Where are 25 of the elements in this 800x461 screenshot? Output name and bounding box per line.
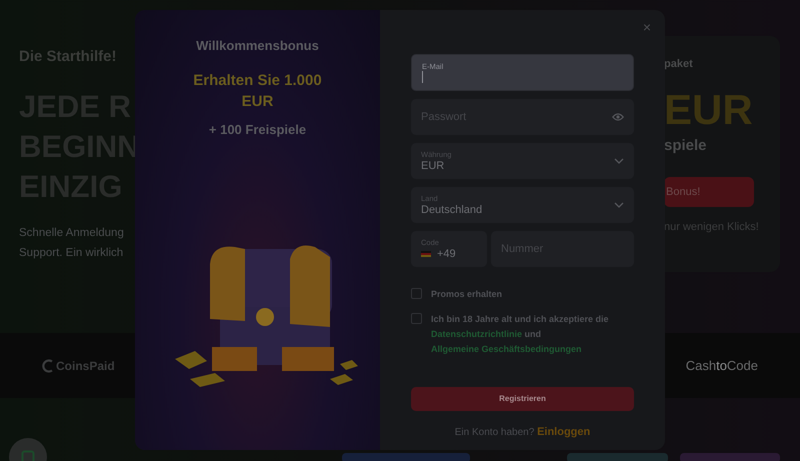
login-link[interactable]: Einloggen — [537, 426, 590, 438]
register-button[interactable]: Registrieren — [411, 387, 634, 411]
bonus-title: Willkommensbonus — [196, 37, 319, 55]
game-thumbnail[interactable] — [680, 453, 780, 461]
chevron-down-icon — [614, 158, 624, 164]
game-thumbnail[interactable] — [567, 453, 668, 461]
bonus-offer: Erhalten Sie 1.000 EUR — [192, 70, 323, 112]
close-button[interactable]: × — [642, 20, 651, 34]
hero-description-line: Support. Ein wirklich — [19, 246, 124, 260]
game-thumbnail[interactable] — [342, 453, 470, 461]
bonus-button[interactable]: Bonus! — [664, 177, 754, 207]
terms-link[interactable]: Allgemeine Geschäftsbedingungen — [431, 344, 582, 354]
chat-icon — [21, 450, 35, 461]
privacy-policy-link[interactable]: Datenschutzrichtlinie — [431, 329, 522, 339]
checkbox[interactable] — [411, 313, 422, 324]
coin-logo-icon — [42, 358, 54, 372]
payment-logo: CashtoCode — [686, 356, 758, 375]
bonus-extra: + 100 Freispiele — [208, 120, 306, 139]
checkbox[interactable] — [411, 288, 422, 299]
chevron-down-icon — [614, 202, 624, 208]
terms-text: Ich bin 18 Jahre alt und ich akzeptiere die Datenschutzrichtlinie und Allgemeine Geschäftsbedingungen — [431, 313, 610, 356]
germany-flag-icon — [421, 250, 431, 257]
checkbox-label: Promos erhalten — [431, 288, 502, 301]
hero-description-line: Schnelle Anmeldung — [19, 226, 125, 240]
eye-icon[interactable] — [612, 112, 624, 122]
